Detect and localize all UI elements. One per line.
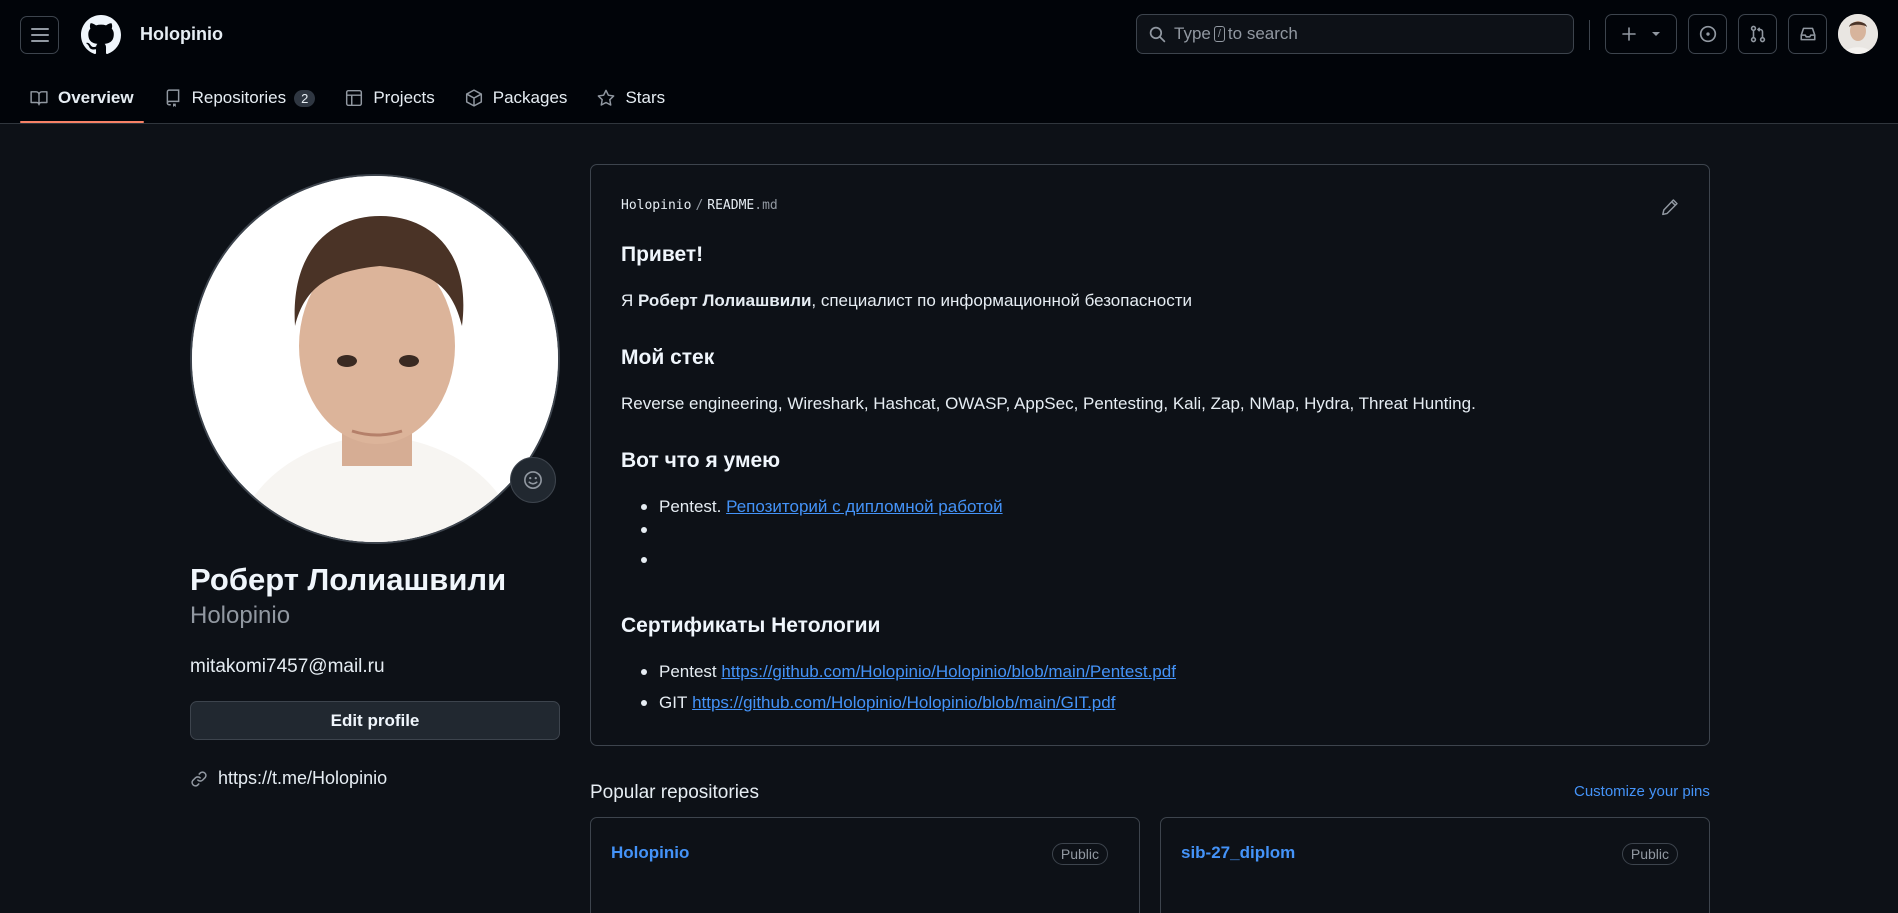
plus-icon [1622,27,1636,41]
avatar-photo-icon [1838,14,1878,54]
header-divider [1589,20,1590,50]
repo-name-link[interactable]: Holopinio [611,843,689,863]
readme-intro: Я Роберт Лолиашвили, специалист по инфор… [621,291,1192,311]
issue-opened-icon [1699,25,1716,43]
tab-packages-label: Packages [492,88,568,107]
visibility-badge: Public [1051,843,1108,865]
intro-suffix: , специалист по информационной безопасно… [811,291,1193,310]
readme-heading-hello: Привет! [621,243,704,266]
tab-stars-label: Stars [625,88,666,107]
cert-pentest-text: Pentest [659,662,717,681]
create-new-button[interactable] [1605,14,1677,54]
repositories-count-badge: 2 [294,89,316,107]
tab-packages[interactable]: Packages [455,76,578,120]
popular-repos-title: Popular repositories [590,782,759,803]
repo-card: Holopinio Public [590,817,1140,913]
pencil-icon[interactable] [1661,198,1679,216]
customize-pins-link[interactable]: Customize your pins [1574,783,1710,800]
tab-projects-label: Projects [373,88,435,107]
crumb-separator: / [695,198,704,213]
repo-icon [166,89,179,107]
list-item: Pentest https://github.com/Holopinio/Hol… [639,662,1176,682]
list-item [639,557,659,563]
smiley-icon [524,471,542,489]
profile-fullname: Роберт Лолиашвили [190,562,507,597]
intro-name: Роберт Лолиашвили [638,291,812,310]
readme-breadcrumb: Holopinio / README.md [621,198,778,213]
package-icon [465,89,482,107]
link-icon [191,770,207,787]
tab-overview-label: Overview [58,88,134,107]
profile-photo-icon [192,176,558,542]
readme-stack: Reverse engineering, Wireshark, Hashcat,… [621,394,1476,413]
search-shortcut-key: / [1213,26,1225,42]
inbox-icon [1799,27,1816,41]
repo-card: sib-27_diplom Public [1160,817,1710,913]
intro-prefix: Я [621,291,634,310]
readme-card: Holopinio / README.md Привет! Я Роберт Лол… [590,164,1710,746]
readme-heading-skills: Вот что я умею [621,449,781,472]
tab-overview[interactable]: Overview [20,76,144,123]
star-icon [598,89,615,106]
profile-tabs: Overview Repositories 2 Projects Package… [20,76,685,124]
profile-login: Holopinio [190,602,291,629]
tab-repositories[interactable]: Repositories 2 [154,76,326,120]
triangle-down-icon [1652,32,1660,36]
tab-repositories-label: Repositories [191,88,287,107]
user-avatar-menu[interactable] [1838,14,1878,54]
edit-profile-button[interactable]: Edit profile [190,701,560,740]
cert-pentest-link[interactable]: https://github.com/Holopinio/Holopinio/b… [721,662,1176,682]
crumb-extension: .md [754,198,778,213]
book-icon [30,91,48,106]
profile-avatar[interactable] [190,174,560,544]
diploma-repo-link[interactable]: Репозиторий с дипломной работой [726,497,1002,517]
crumb-owner[interactable]: Holopinio [621,198,691,213]
list-item [639,527,659,533]
readme-heading-stack: Мой стек [621,346,715,369]
issues-button[interactable] [1688,14,1727,54]
list-item: GIT https://github.com/Holopinio/Holopin… [639,693,1115,713]
git-pull-request-icon [1750,25,1765,43]
visibility-badge: Public [1621,843,1678,865]
list-item: Pentest. Репозиторий с дипломной работой [639,497,1003,517]
hamburger-icon [30,28,49,42]
profile-email: mitakomi7457@mail.ru [190,656,385,677]
header-owner-name[interactable]: Holopinio [140,24,223,45]
inbox-button[interactable] [1788,14,1827,54]
readme-heading-certs: Сертификаты Нетологии [621,614,881,637]
search-icon [1149,26,1166,42]
tab-stars[interactable]: Stars [587,76,675,120]
cert-git-text: GIT [659,693,688,712]
crumb-file[interactable]: README [707,198,754,213]
pull-requests-button[interactable] [1738,14,1777,54]
tab-projects[interactable]: Projects [335,76,444,120]
table-icon [346,89,363,107]
profile-website: https://t.me/Holopinio [190,768,387,789]
search-hint-pre: Type [1174,24,1211,43]
skill-text: Pentest. [659,497,722,516]
search-box[interactable]: Type / to search [1136,14,1574,54]
search-hint-post: to search [1227,24,1298,43]
app-header: Holopinio Type / to search Overview Repo… [0,0,1898,124]
repo-name-link[interactable]: sib-27_diplom [1181,843,1295,863]
github-logo-icon[interactable] [81,15,121,55]
set-status-button[interactable] [510,457,556,503]
menu-button[interactable] [20,16,59,54]
profile-website-link[interactable]: https://t.me/Holopinio [218,768,387,789]
cert-git-link[interactable]: https://github.com/Holopinio/Holopinio/b… [692,693,1115,713]
